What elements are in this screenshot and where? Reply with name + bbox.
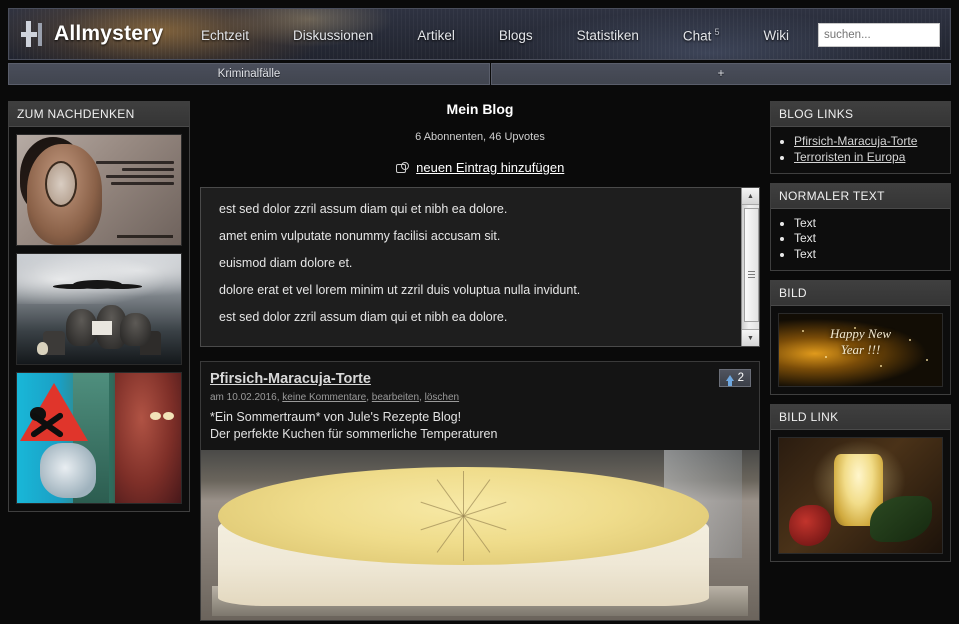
nav-item-wiki[interactable]: Wiki <box>741 28 811 43</box>
blog-post-meta: am 10.02.2016, keine Kommentare, bearbei… <box>210 392 750 403</box>
add-entry-link[interactable]: neuen Eintrag hinzufügen <box>416 160 564 175</box>
main-content: Mein Blog 6 Abonnenten, 46 Upvotes neuen… <box>200 96 760 621</box>
panel-body <box>771 430 950 562</box>
list-item: Text <box>794 231 943 247</box>
upvote-count: 2 <box>737 372 744 384</box>
post-edit-link[interactable]: bearbeiten <box>372 392 419 403</box>
left-sidebar: ZUM NACHDENKEN <box>8 101 190 521</box>
post-delete-link[interactable]: löschen <box>425 392 459 403</box>
nav-label: Chat <box>682 28 712 44</box>
site-logo[interactable]: Allmystery <box>21 20 163 48</box>
panel-bild-link: BILD LINK <box>770 404 951 563</box>
description-paragraph: est sed dolor zzril assum diam qui et ni… <box>219 202 508 216</box>
upvote-badge[interactable]: 2 <box>718 369 751 387</box>
secondary-navigation: Kriminalfälle + <box>8 63 951 85</box>
panel-title: NORMALER TEXT <box>771 183 950 209</box>
sidebar-image-2[interactable] <box>16 253 182 365</box>
nav-label: Statistiken <box>576 27 639 43</box>
sidebar-image-candle-link[interactable] <box>778 437 943 555</box>
search-box[interactable] <box>818 23 940 47</box>
post-body-line-2: Der perfekte Kuchen für sommerliche Temp… <box>210 427 498 442</box>
panel-body <box>9 127 189 511</box>
panel-body: Text Text Text <box>771 208 950 271</box>
sidebar-image-3[interactable] <box>16 372 182 504</box>
blog-link-2[interactable]: Terroristen in Europa <box>794 150 905 164</box>
nav-label: Blogs <box>498 27 533 43</box>
post-date: am 10.02.2016, <box>210 392 280 403</box>
upvote-arrow-icon <box>725 375 734 386</box>
nav-item-statistiken[interactable]: Statistiken <box>555 28 661 43</box>
fireworks-text-line-2: Year !!! <box>840 341 881 357</box>
panel-title: ZUM NACHDENKEN <box>9 102 189 127</box>
panel-blog-links: BLOG LINKS Pfirsich-Maracuja-Torte Terro… <box>770 101 951 174</box>
scrollbar-thumb[interactable] <box>744 208 759 322</box>
logo-text: Allmystery <box>54 22 164 45</box>
blog-post-body: *Ein Sommertraum* von Jule's Rezepte Blo… <box>210 409 750 444</box>
sidebar-image-1[interactable] <box>16 134 182 246</box>
page-title: Mein Blog <box>446 101 514 117</box>
subnav-add-label: + <box>717 68 725 80</box>
nav-item-echtzeit[interactable]: Echtzeit <box>179 28 271 43</box>
nav-label: Echtzeit <box>201 27 250 43</box>
description-paragraph: euismod diam dolore et. <box>219 256 353 270</box>
nav-label: Artikel <box>417 27 455 43</box>
nav-label: Diskussionen <box>293 27 374 43</box>
panel-body: Pfirsich-Maracuja-Torte Terroristen in E… <box>771 127 950 173</box>
blog-post: Pfirsich-Maracuja-Torte 2 am 10.02.2016,… <box>200 361 760 621</box>
blog-link-1[interactable]: Pfirsich-Maracuja-Torte <box>794 134 917 148</box>
blog-links-list: Pfirsich-Maracuja-Torte Terroristen in E… <box>778 134 943 166</box>
page-root: Allmystery Echtzeit Diskussionen Artikel… <box>0 0 959 624</box>
list-item: Text <box>794 216 943 232</box>
subnav-tab-label: Kriminalfälle <box>217 68 281 80</box>
scrollbar-grip-icon <box>748 271 755 278</box>
site-header: Allmystery Echtzeit Diskussionen Artikel… <box>8 8 951 60</box>
scroll-down-icon[interactable]: ▼ <box>742 329 759 346</box>
sidebar-image-fireworks: Happy New Year !!! <box>778 313 943 388</box>
description-paragraph: dolore erat et vel lorem minim ut zzril … <box>219 283 581 297</box>
search-input[interactable] <box>819 24 939 46</box>
panel-title: BLOG LINKS <box>771 102 950 127</box>
blog-post-image[interactable] <box>201 449 759 620</box>
description-paragraph: est sed dolor zzril assum diam qui et ni… <box>219 310 508 324</box>
meta-sep: , <box>366 392 369 403</box>
blog-post-header: Pfirsich-Maracuja-Torte 2 am 10.02.2016,… <box>201 362 759 450</box>
nav-item-chat[interactable]: Chat 5 <box>661 27 742 44</box>
blog-stats: 6 Abonnenten, 46 Upvotes <box>415 131 545 143</box>
add-entry-row: neuen Eintrag hinzufügen <box>200 159 760 177</box>
panel-body: Happy New Year !!! <box>771 306 950 395</box>
panel-title: BILD <box>771 281 950 307</box>
list-item: Text <box>794 247 943 263</box>
subnav-add-tab-button[interactable]: + <box>491 63 951 85</box>
subnav-tab-kriminalfaelle[interactable]: Kriminalfälle <box>8 63 490 85</box>
nav-item-blogs[interactable]: Blogs <box>477 28 555 43</box>
blog-description-box[interactable]: est sed dolor zzril assum diam qui et ni… <box>200 187 760 347</box>
nav-label: Wiki <box>763 27 789 43</box>
chat-badge-count: 5 <box>714 26 720 37</box>
panel-zum-nachdenken: ZUM NACHDENKEN <box>8 101 190 512</box>
description-paragraph: amet enim vulputate nonummy facilisi acc… <box>219 229 501 243</box>
post-comments-link[interactable]: keine Kommentare <box>282 392 366 403</box>
nav-item-diskussionen[interactable]: Diskussionen <box>271 28 395 43</box>
right-sidebar: BLOG LINKS Pfirsich-Maracuja-Torte Terro… <box>770 101 951 571</box>
add-entry-icon <box>395 162 409 173</box>
list-item: Pfirsich-Maracuja-Torte <box>794 134 943 150</box>
allmystery-logo-icon <box>21 20 47 48</box>
blog-post-title-link[interactable]: Pfirsich-Maracuja-Torte <box>210 371 371 387</box>
panel-bild: BILD Happy New Year !!! <box>770 280 951 396</box>
fireworks-text-line-1: Happy New <box>829 325 892 341</box>
panel-title: BILD LINK <box>771 405 950 431</box>
textbox-scrollbar[interactable]: ▲ ▼ <box>741 188 759 346</box>
list-item: Terroristen in Europa <box>794 150 943 166</box>
nav-item-artikel[interactable]: Artikel <box>395 28 477 43</box>
post-body-line-1: *Ein Sommertraum* von Jule's Rezepte Blo… <box>210 410 462 424</box>
panel-normaler-text: NORMALER TEXT Text Text Text <box>770 182 951 272</box>
main-navigation: Echtzeit Diskussionen Artikel Blogs Stat… <box>179 9 811 59</box>
blog-description-text: est sed dolor zzril assum diam qui et ni… <box>201 188 759 346</box>
scroll-up-icon[interactable]: ▲ <box>742 188 759 205</box>
meta-sep: , <box>419 392 422 403</box>
normal-text-list: Text Text Text <box>778 216 943 263</box>
